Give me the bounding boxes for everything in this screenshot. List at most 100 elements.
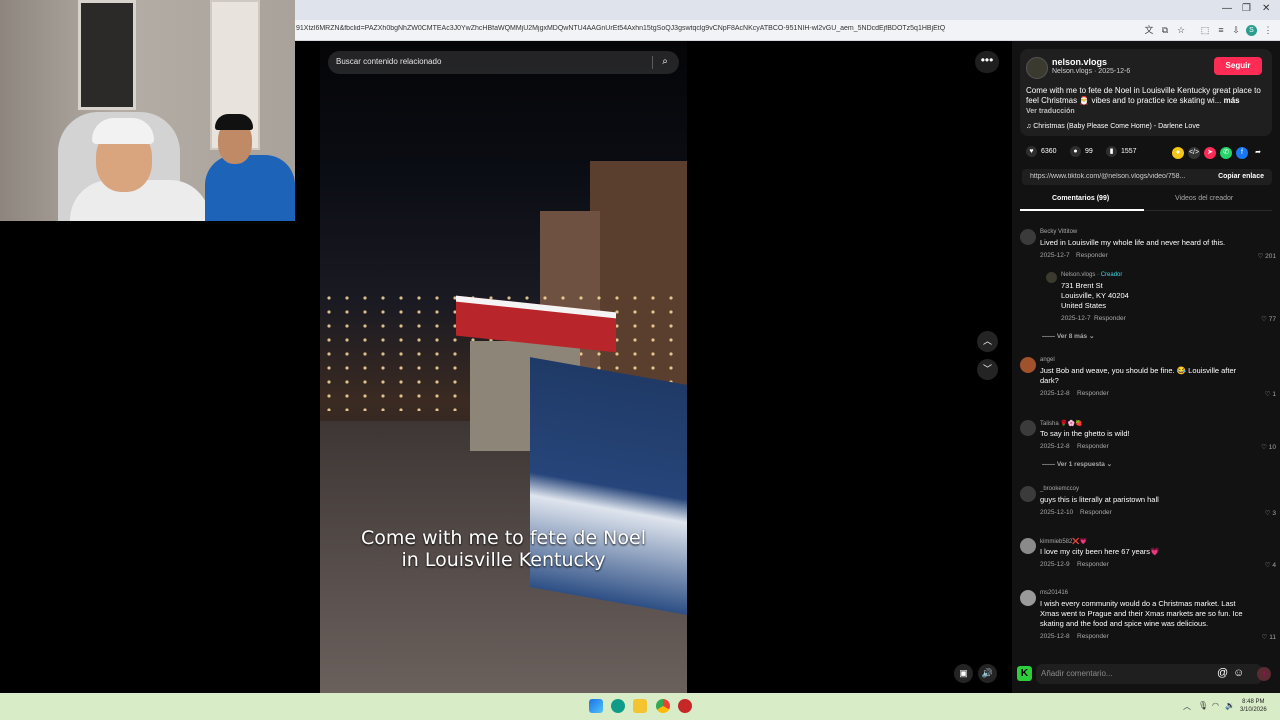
translate-icon[interactable]: 文 [1143, 24, 1155, 36]
comment-item: Talisha 🌹🌸🍓 To say in the ghetto is wild… [1020, 420, 1276, 454]
downloads-icon[interactable]: ⇩ [1230, 24, 1242, 36]
commenter-avatar[interactable] [1020, 229, 1036, 245]
facebook-share-icon[interactable]: f [1236, 147, 1248, 159]
commenter-avatar[interactable] [1020, 538, 1036, 554]
see-reply-label: Ver 1 respuesta [1056, 461, 1105, 468]
comment-text: I love my city been here 67 years💗 [1040, 547, 1160, 556]
url-field[interactable]: 91Xtzl6MRZN&fbclid=PAZXh0bgNhZW0CMTEAc3J… [296, 25, 1136, 32]
reply-button[interactable]: Responder [1080, 509, 1112, 516]
video-player[interactable]: Come with me to fete de Noel in Louisvil… [320, 41, 687, 693]
coin-share-icon[interactable]: ● [1172, 147, 1184, 159]
creator-avatar[interactable] [1046, 272, 1057, 283]
more-link[interactable]: más [1224, 96, 1240, 105]
commenter-name[interactable]: Becky Vittitow [1040, 229, 1077, 235]
copy-link-button[interactable]: Copiar enlace [1218, 173, 1264, 180]
profile-avatar[interactable]: S [1246, 25, 1257, 36]
video-link[interactable]: https://www.tiktok.com/@nelson.vlogs/vid… [1030, 173, 1202, 180]
creator-name[interactable]: Nelson.vlogs [1061, 272, 1095, 278]
follow-button[interactable]: Seguir [1214, 57, 1262, 75]
post-description: Come with me to fete de Noel in Louisvil… [1026, 86, 1266, 106]
microphone-icon[interactable]: 🎙 [1198, 701, 1208, 710]
edge-icon[interactable] [611, 699, 625, 713]
like-stat[interactable]: ♥ 6360 [1026, 146, 1057, 157]
comment-date: 2025-12-8 [1040, 443, 1070, 450]
commenter-avatar[interactable] [1020, 357, 1036, 373]
start-icon[interactable] [589, 699, 603, 713]
system-clock[interactable]: 8:48 PM 3/10/2026 [1240, 698, 1267, 714]
save-stat[interactable]: ▮ 1557 [1106, 146, 1137, 157]
comment-date: 2025-12-7 [1040, 252, 1070, 259]
comment-like[interactable]: ♡ 10 [1261, 443, 1276, 451]
send-comment-button[interactable]: ↑ [1257, 667, 1271, 681]
pip-button[interactable]: ▣ [954, 664, 973, 683]
commenter-name[interactable]: kimmieb582❌💗 [1040, 538, 1087, 545]
address-line-1: 731 Brent St [1061, 281, 1103, 290]
comment-stat[interactable]: ● 99 [1070, 146, 1093, 157]
browser-menu-icon[interactable]: ⋮ [1262, 24, 1274, 36]
speaker-icon: 🔊 [981, 668, 994, 678]
tab-comments[interactable]: Comentarios (99) [1052, 195, 1109, 202]
creator-reply-like[interactable]: ♡ 77 [1261, 315, 1276, 323]
commenter-name[interactable]: angel [1040, 357, 1055, 363]
translate-link[interactable]: Ver traducción [1026, 108, 1075, 115]
send-share-icon[interactable]: ➤ [1204, 147, 1216, 159]
next-video-button[interactable]: ﹀ [977, 359, 998, 380]
more-options-button[interactable]: ••• [975, 51, 999, 73]
extensions-icon[interactable]: ⬚ [1199, 24, 1211, 36]
embed-share-icon[interactable]: </> [1188, 147, 1200, 159]
reply-button[interactable]: Responder [1077, 561, 1109, 568]
comment-count: 99 [1085, 148, 1093, 155]
commenter-name[interactable]: _brookemccoy [1040, 486, 1079, 492]
commenter-avatar[interactable] [1020, 590, 1036, 606]
active-tab-indicator [1020, 209, 1144, 211]
comment-like[interactable]: ♡ 11 [1262, 633, 1276, 641]
comment-item: kimmieb582❌💗 I love my city been here 67… [1020, 538, 1276, 572]
wifi-icon[interactable]: ◠ [1212, 701, 1219, 710]
comment-text: To say in the ghetto is wild! [1040, 429, 1130, 438]
chrome-icon[interactable] [656, 699, 670, 713]
app-icon[interactable] [678, 699, 692, 713]
tab-creator-videos[interactable]: Videos del creador [1175, 195, 1233, 202]
reply-button[interactable]: Responder [1077, 443, 1109, 450]
volume-tray-icon[interactable]: 🔉 [1225, 701, 1235, 710]
reading-list-icon[interactable]: ≡ [1215, 24, 1227, 36]
emoji-icon[interactable]: ☺ [1233, 667, 1244, 679]
caption-line-1: Come with me to fete de Noel [361, 527, 646, 549]
see-reply[interactable]: —— Ver 1 respuesta ⌄ [1042, 460, 1112, 468]
reply-button[interactable]: Responder [1076, 252, 1108, 259]
close-icon[interactable]: ✕ [1262, 3, 1270, 14]
search-icon[interactable]: ⌕ [658, 55, 672, 69]
commenter-name[interactable]: ms201416 [1040, 590, 1068, 596]
comment-like[interactable]: ♡ 1 [1265, 390, 1276, 398]
commenter-avatar[interactable] [1020, 420, 1036, 436]
see-more-replies[interactable]: —— Ver 8 más ⌄ [1042, 332, 1094, 340]
maximize-icon[interactable]: ❐ [1242, 3, 1251, 14]
chevron-down-icon: ﹀ [982, 364, 992, 374]
forward-share-icon[interactable]: ➦ [1252, 147, 1264, 159]
engagement-row: ♥ 6360 ● 99 ▮ 1557 ● </> ➤ ✆ f ➦ [1026, 146, 1276, 160]
folder-icon[interactable] [633, 699, 647, 713]
whatsapp-share-icon[interactable]: ✆ [1220, 147, 1232, 159]
creator-reply-button[interactable]: Responder [1094, 315, 1126, 322]
heart-outline-icon: ♡ [1261, 444, 1269, 451]
previous-video-button[interactable]: ︿ [977, 331, 998, 352]
cast-icon[interactable]: ⧉ [1159, 24, 1171, 36]
music-link[interactable]: ♫ Christmas (Baby Please Come Home) - Da… [1026, 123, 1200, 130]
reply-button[interactable]: Responder [1077, 633, 1109, 640]
comment-like[interactable]: ♡ 4 [1265, 561, 1276, 569]
comment-like[interactable]: ♡ 201 [1258, 252, 1277, 260]
streamer-cap [92, 118, 154, 144]
bookmark-star-icon[interactable]: ☆ [1175, 24, 1187, 36]
volume-button[interactable]: 🔊 [978, 664, 997, 683]
minimize-icon[interactable]: — [1222, 3, 1232, 14]
search-input[interactable]: Buscar contenido relacionado [336, 57, 441, 66]
mention-icon[interactable]: @ [1217, 667, 1228, 679]
author-avatar[interactable] [1026, 57, 1048, 79]
commenter-name[interactable]: Talisha 🌹🌸🍓 [1040, 420, 1083, 427]
commenter-avatar[interactable] [1020, 486, 1036, 502]
author-name[interactable]: nelson.vlogs [1052, 57, 1107, 67]
tray-chevron-icon[interactable]: ︿ [1183, 701, 1191, 712]
comment-like[interactable]: ♡ 3 [1265, 509, 1276, 517]
related-search-bar[interactable]: Buscar contenido relacionado ⌕ [328, 51, 679, 74]
reply-button[interactable]: Responder [1077, 390, 1109, 397]
